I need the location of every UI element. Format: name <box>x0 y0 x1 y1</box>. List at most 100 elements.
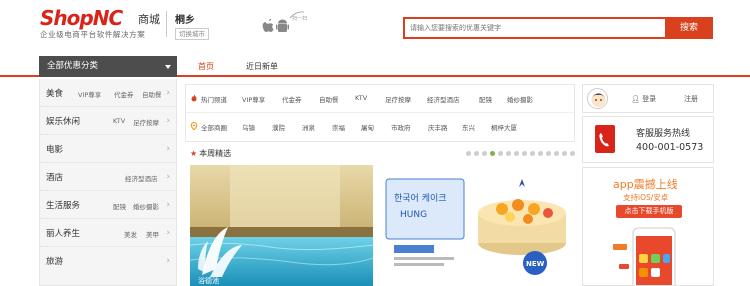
quick-filters: 热门频道 VIP尊享 代金券 自助餐 KTV 足疗按摩 经济型酒店 配镜 婚纱摄… <box>185 84 575 142</box>
star-icon: ★ <box>190 149 198 158</box>
location-pin-icon <box>190 122 198 130</box>
deal-image-cake[interactable]: 한국어 케이크 HUNG NEW <box>382 165 574 286</box>
carousel-dot[interactable] <box>466 151 471 156</box>
carousel-dot[interactable] <box>562 151 567 156</box>
sidebar-item-travel[interactable]: 旅游 › <box>40 247 176 275</box>
login-label: 登录 <box>642 95 657 103</box>
sidebar-tag[interactable]: 婚纱摄影 <box>133 201 159 211</box>
register-link[interactable]: 注册 <box>684 94 698 104</box>
sidebar-item-hotels[interactable]: 酒店 经济型酒店 › <box>40 163 176 191</box>
chevron-right-icon: › <box>166 144 170 154</box>
sidebar-item-movies[interactable]: 电影 › <box>40 135 176 163</box>
android-icon <box>276 19 289 32</box>
carousel-dot[interactable] <box>546 151 551 156</box>
search-box <box>403 17 665 39</box>
filter-item[interactable]: 足疗按摩 <box>385 94 411 104</box>
sidebar-tag[interactable]: 美甲 <box>146 229 159 239</box>
chevron-right-icon: › <box>166 228 170 238</box>
logo-suffix: 商城 <box>138 13 160 26</box>
sidebar-item-services[interactable]: 生活服务 配镜 婚纱摄影 › <box>40 191 176 219</box>
logo-brand: ShopNC <box>40 6 123 30</box>
svg-text:NEW: NEW <box>526 260 545 268</box>
sidebar-tag[interactable]: 配镜 <box>113 201 126 211</box>
filter-item[interactable]: KTV <box>355 94 367 102</box>
chevron-right-icon: › <box>166 256 170 266</box>
filter-item[interactable]: 东兴 <box>462 122 475 132</box>
filter-item[interactable]: 屠甸 <box>361 122 374 132</box>
cake-caption-korean: 한국어 케이크 <box>394 193 447 204</box>
filter-item[interactable]: 经济型酒店 <box>427 94 460 104</box>
tab-new-deals[interactable]: 近日新单 <box>246 56 278 77</box>
app-promo-title: app震撼上线 <box>613 178 678 191</box>
current-city: 桐乡 <box>175 15 195 26</box>
filter-item[interactable]: 乌镇 <box>242 122 255 132</box>
app-promo-banner[interactable]: app震撼上线 支持iOS/安卓 点击下载手机版 <box>582 167 714 286</box>
carousel-dot[interactable] <box>498 151 503 156</box>
filter-item[interactable]: 市政府 <box>391 122 411 132</box>
user-panel: 👤︎ 登录 注册 <box>582 84 714 113</box>
sidebar-item-beauty[interactable]: 丽人养生 美发 美甲 › <box>40 219 176 247</box>
carousel-dot[interactable] <box>538 151 543 156</box>
filter-item[interactable]: 濮院 <box>272 122 285 132</box>
site-header: ShopNC 商城 企业级电商平台软件解决方案 桐乡 切换城市 扫一扫 搜索 <box>0 0 750 54</box>
carousel-dot[interactable] <box>482 151 487 156</box>
carousel-dot[interactable] <box>530 151 535 156</box>
switch-city-button[interactable]: 切换城市 <box>175 28 209 40</box>
search-input[interactable] <box>405 19 665 37</box>
sidebar-item-food[interactable]: 美食 VIP尊享 代金券 自助餐 › <box>40 79 176 107</box>
business-areas-row: 全部商圈 乌镇 濮院 洲泉 崇福 屠甸 市政府 庆丰路 东兴 桐梓大厦 <box>186 113 574 141</box>
filter-item[interactable]: 婚纱摄影 <box>507 94 533 104</box>
sidebar-item-label: 旅游 <box>46 257 64 267</box>
all-categories-label: 全部优惠分类 <box>47 61 99 71</box>
weekly-picks-heading: ★ 本周精选 <box>190 148 231 159</box>
carousel-dot[interactable] <box>474 151 479 156</box>
carousel-dot[interactable] <box>506 151 511 156</box>
sidebar-tag[interactable]: 代金券 <box>114 89 134 99</box>
caret-down-icon <box>165 65 171 69</box>
sidebar-tag[interactable]: 美发 <box>124 229 137 239</box>
filter-item[interactable]: 配镜 <box>479 94 492 104</box>
svg-text:扫一扫: 扫一扫 <box>292 15 307 22</box>
chevron-right-icon: › <box>166 116 170 126</box>
carousel-dot-active[interactable] <box>490 151 495 156</box>
filter-item[interactable]: 自助餐 <box>319 94 339 104</box>
spa-logo-text: 浴德池 <box>198 276 219 285</box>
carousel-dot[interactable] <box>570 151 575 156</box>
filter-item[interactable]: 桐梓大厦 <box>491 122 517 132</box>
filter-item[interactable]: VIP尊享 <box>242 94 265 104</box>
sidebar-tag[interactable]: 自助餐 <box>142 89 162 99</box>
sidebar-item-entertainment[interactable]: 娱乐休闲 KTV 足疗按摩 › <box>40 107 176 135</box>
carousel-dot[interactable] <box>522 151 527 156</box>
sidebar-tag[interactable]: VIP尊享 <box>78 89 101 99</box>
user-icon: 👤︎ <box>631 95 640 103</box>
hotline-title: 客服服务热线 <box>636 129 691 139</box>
sidebar-tag[interactable]: 经济型酒店 <box>125 173 158 183</box>
main-nav: 全部优惠分类 首页 近日新单 <box>0 56 750 77</box>
sidebar-item-label: 电影 <box>46 145 64 155</box>
sidebar-tag[interactable]: 足疗按摩 <box>133 117 159 127</box>
weekly-picks-title: 本周精选 <box>199 149 232 158</box>
search-button[interactable]: 搜索 <box>665 17 713 39</box>
sidebar-tag[interactable]: KTV <box>113 117 125 125</box>
site-logo[interactable]: ShopNC 商城 企业级电商平台软件解决方案 <box>40 6 160 39</box>
service-hotline: 客服服务热线 400-001-0573 <box>582 116 714 163</box>
hotline-number: 400-001-0573 <box>636 142 704 153</box>
download-app-button[interactable]: 点击下载手机版 <box>616 205 682 218</box>
filter-item[interactable]: 崇福 <box>332 122 345 132</box>
filter-item[interactable]: 代金券 <box>282 94 302 104</box>
sidebar-item-label: 酒店 <box>46 173 64 183</box>
filter-hot-channels[interactable]: 热门频道 <box>201 94 227 104</box>
carousel-dot[interactable] <box>514 151 519 156</box>
filter-all-areas[interactable]: 全部商圈 <box>201 122 227 132</box>
header-divider <box>166 11 167 37</box>
all-categories-toggle[interactable]: 全部优惠分类 <box>39 56 177 77</box>
logo-slogan: 企业级电商平台软件解决方案 <box>40 30 146 39</box>
app-download-badge[interactable]: 扫一扫 <box>254 8 314 38</box>
login-link[interactable]: 👤︎ 登录 <box>631 94 656 104</box>
carousel-dot[interactable] <box>554 151 559 156</box>
filter-item[interactable]: 洲泉 <box>302 122 315 132</box>
chevron-right-icon: › <box>166 200 170 210</box>
deal-image-spa[interactable]: 浴德池 <box>190 165 373 286</box>
tab-home[interactable]: 首页 <box>198 56 214 77</box>
filter-item[interactable]: 庆丰路 <box>428 122 448 132</box>
